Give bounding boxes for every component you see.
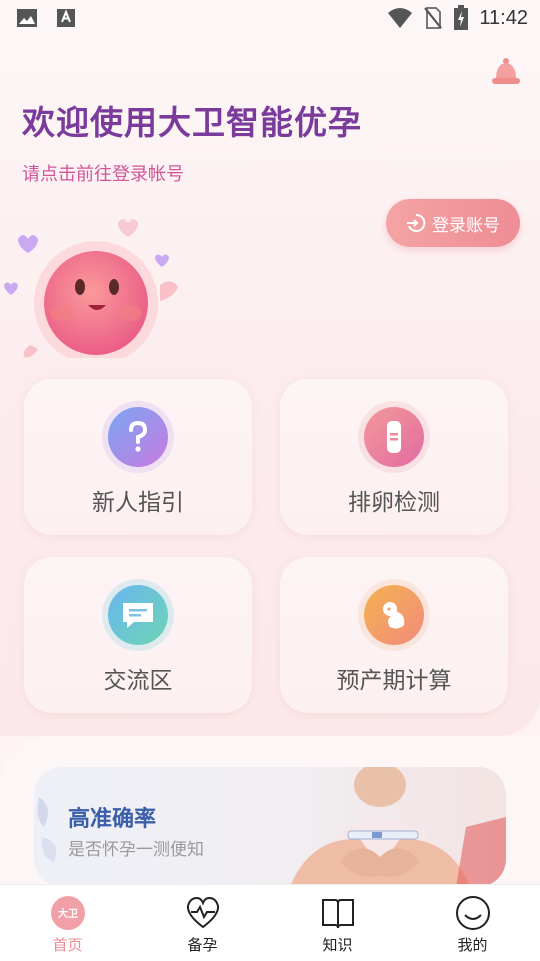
- menu-card-due-date[interactable]: 预产期计算: [280, 557, 508, 713]
- login-prompt[interactable]: 请点击前往登录帐号: [22, 160, 184, 186]
- heart-pulse-icon: [186, 896, 219, 929]
- chat-icon: [108, 585, 168, 645]
- book-icon: [321, 899, 354, 929]
- status-bar: 11:42: [0, 0, 540, 36]
- login-button[interactable]: 登录账号: [386, 199, 520, 247]
- menu-label: 新人指引: [92, 490, 184, 516]
- image-notification-icon: [17, 9, 37, 27]
- menu-label: 交流区: [103, 668, 173, 694]
- login-icon: [407, 213, 426, 232]
- mascot-illustration: [4, 219, 178, 365]
- notification-bell-icon[interactable]: [490, 56, 522, 88]
- tab-label: 知识: [322, 936, 353, 954]
- pregnancy-test-photo: [290, 767, 506, 887]
- tab-preparing[interactable]: 备孕: [135, 885, 270, 961]
- test-strip-icon: [364, 407, 424, 467]
- tab-knowledge[interactable]: 知识: [270, 885, 405, 961]
- home-logo-text: 大卫: [58, 907, 78, 920]
- question-icon: [108, 407, 168, 467]
- wifi-icon: [388, 8, 413, 28]
- no-sim-icon: [424, 7, 443, 29]
- login-button-label: 登录账号: [432, 215, 500, 236]
- tab-home[interactable]: 大卫 首页: [0, 885, 135, 961]
- banner-subtitle: 是否怀孕一测便知: [68, 840, 204, 860]
- menu-card-newcomer-guide[interactable]: 新人指引: [24, 379, 252, 535]
- page-title: 欢迎使用大卫智能优孕: [22, 103, 362, 142]
- menu-card-ovulation-test[interactable]: 排卵检测: [280, 379, 508, 535]
- banner-title: 高准确率: [68, 807, 157, 832]
- menu-card-community[interactable]: 交流区: [24, 557, 252, 713]
- battery-icon: [454, 5, 469, 30]
- promo-banner[interactable]: 高准确率 是否怀孕一测便知: [34, 767, 506, 887]
- bottom-tab-bar: 大卫 首页 备孕 知识 我的: [0, 884, 540, 961]
- tab-label: 备孕: [187, 936, 218, 954]
- tab-label: 首页: [52, 936, 83, 954]
- font-notification-icon: [57, 9, 75, 27]
- tab-profile[interactable]: 我的: [405, 885, 540, 961]
- tab-label: 我的: [457, 936, 488, 954]
- baby-icon: [364, 585, 424, 645]
- clock: 11:42: [479, 6, 528, 29]
- menu-label: 排卵检测: [348, 490, 440, 516]
- home-logo-icon: 大卫: [50, 896, 85, 930]
- menu-label: 预产期计算: [336, 668, 452, 694]
- smiley-icon: [455, 896, 490, 930]
